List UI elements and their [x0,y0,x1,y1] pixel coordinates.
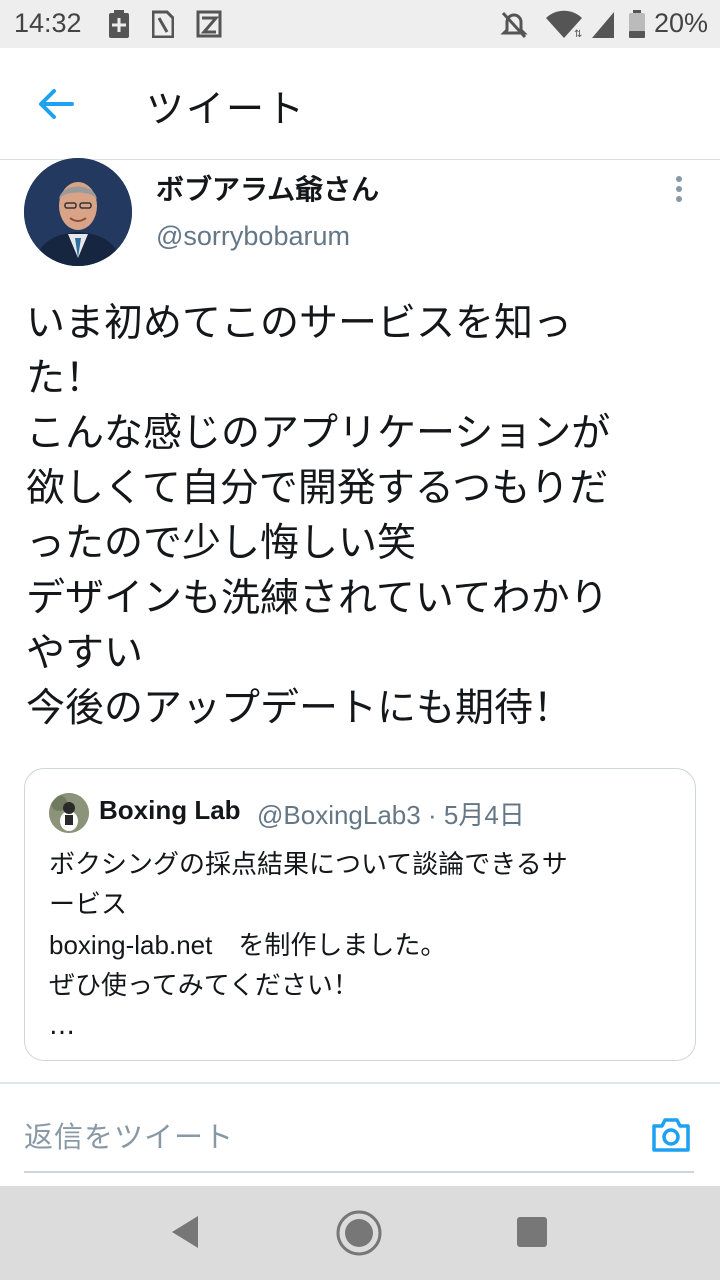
quoted-author-handle: @BoxingLab3 [257,800,421,830]
quoted-date: 5月4日 [443,800,525,830]
meta-separator: · [427,800,437,830]
nav-back-icon [172,1216,198,1248]
quoted-meta: @BoxingLab3 · 5月4日 [257,795,525,832]
sim-card-icon [152,10,174,38]
avatar-photo-icon [49,793,89,833]
camera-button[interactable] [650,1114,692,1156]
battery-icon [629,10,645,38]
svg-text:⇅: ⇅ [574,29,582,38]
battery-saver-icon [109,10,129,38]
author-handle[interactable]: @sorrybobarum [156,221,350,252]
arrow-left-icon [39,89,74,119]
quoted-link[interactable]: boxing-lab.net [49,930,212,960]
reply-input[interactable]: 返信をツイート [24,1100,624,1164]
back-button[interactable] [34,82,78,126]
author-avatar[interactable] [24,158,132,266]
cell-signal-icon [592,12,614,38]
quoted-author-avatar [49,793,89,833]
reply-input-underline [24,1171,694,1173]
camera-icon [652,1118,690,1152]
system-recents-button[interactable] [516,1216,548,1248]
quoted-text-part1: ボクシングの採点結果について談論できるサ ービス [49,850,568,920]
divider [0,1082,720,1084]
more-options-button[interactable] [664,172,694,208]
app-notification-icon [196,10,222,38]
quoted-author-name: Boxing Lab [99,795,241,825]
nav-recents-icon [517,1217,547,1247]
avatar-photo-icon [24,158,132,266]
page-title: ツイート [146,87,307,131]
nav-home-icon [336,1210,382,1256]
wifi-icon: ⇅ [546,10,582,38]
quoted-tweet-card[interactable]: Boxing Lab @BoxingLab3 · 5月4日 ボクシングの採点結果… [24,768,696,1061]
battery-percent: 20% [653,8,708,38]
more-vertical-icon [664,176,694,202]
do-not-disturb-off-icon [500,11,528,38]
author-display-name[interactable]: ボブアラム爺さん [156,168,379,208]
tweet-text: いま初めてこのサービスを知っ た！ こんな感じのアプリケーションが 欲しくて自分… [26,301,611,731]
system-nav-bar [0,1186,720,1280]
system-back-button[interactable] [168,1214,204,1250]
system-home-button[interactable] [334,1208,384,1258]
status-bar: 14:32 ⇅ 20% [0,0,720,48]
top-app-bar: ツイート [0,48,720,160]
status-time: 14:32 [14,8,82,38]
quoted-tweet-text: ボクシングの採点結果について談論できるサ ービス boxing-lab.net … [49,845,679,1046]
